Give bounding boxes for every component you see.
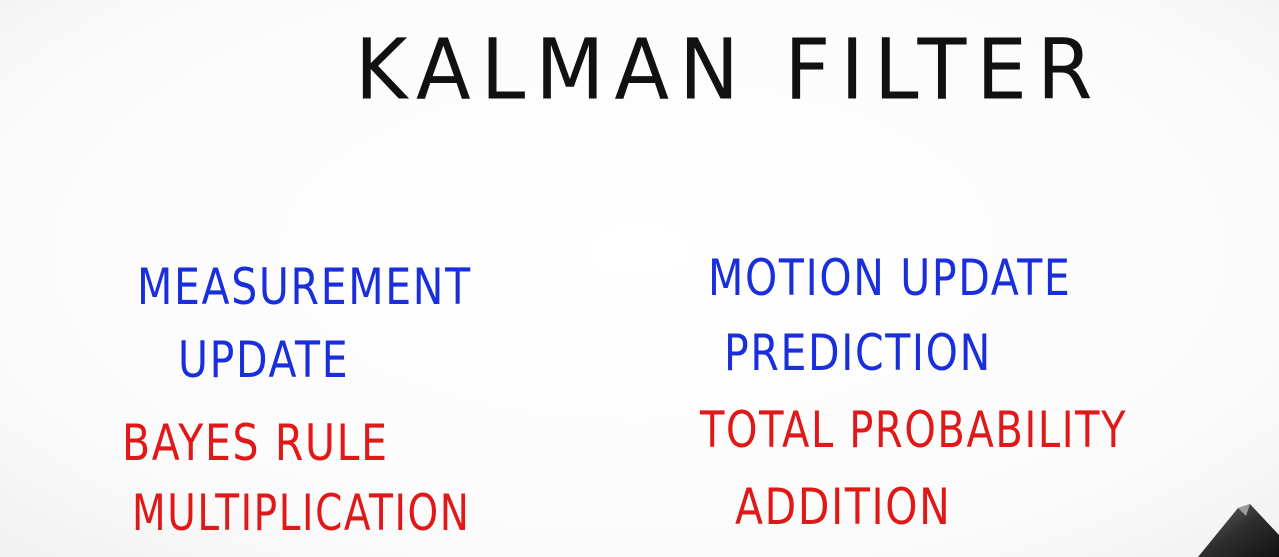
- whiteboard: KALMAN FILTER MEASUREMENT UPDATE BAYES R…: [0, 0, 1279, 557]
- board-title: KALMAN FILTER: [355, 20, 1103, 119]
- multiplication-label: MULTIPLICATION: [132, 484, 471, 542]
- bayes-rule-label: BAYES RULE: [122, 414, 389, 472]
- motion-update-label: MOTION UPDATE: [708, 249, 1072, 307]
- total-probability-label: TOTAL PROBABILITY: [700, 401, 1128, 459]
- update-label: UPDATE: [178, 331, 350, 389]
- measurement-label: MEASUREMENT: [137, 258, 472, 316]
- addition-label: ADDITION: [735, 478, 952, 536]
- pen-tip-icon: [1198, 504, 1279, 557]
- prediction-label: PREDICTION: [724, 324, 992, 382]
